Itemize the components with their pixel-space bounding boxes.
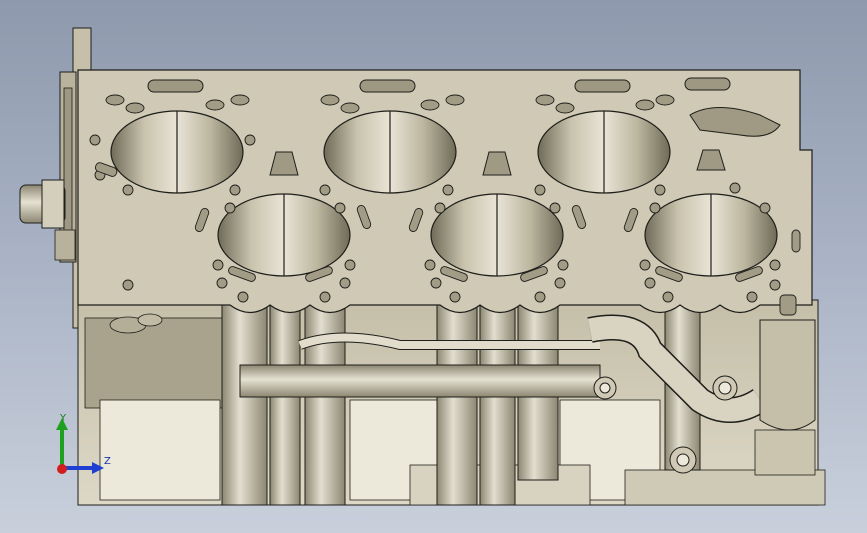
coordinate-triad: Y Z	[50, 410, 120, 485]
cad-viewport[interactable]: Y Z	[0, 0, 867, 533]
cylinder-head-model[interactable]	[0, 0, 867, 533]
y-axis-label: Y	[60, 413, 67, 424]
z-axis-label: Z	[104, 456, 111, 467]
